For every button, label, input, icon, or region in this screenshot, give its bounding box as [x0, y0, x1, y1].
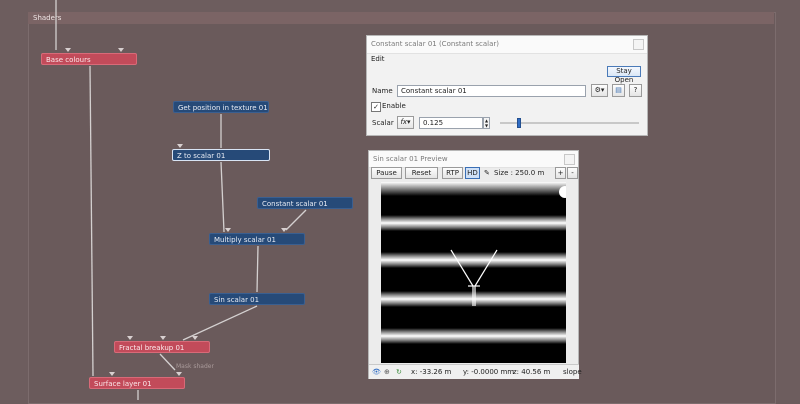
preview-status-bar: 👁 ⊕ ↻ x: -33.26 m y: -0.0000 mm z: 40.56…	[369, 364, 582, 379]
scalar-slider-thumb[interactable]	[517, 118, 522, 128]
refresh-icon[interactable]: ↻	[396, 365, 402, 379]
stay-open-button[interactable]: Stay Open	[607, 66, 641, 84]
gear-dropdown-button[interactable]: ⚙▾	[591, 84, 608, 97]
function-icon: fx▾	[400, 118, 411, 126]
close-icon[interactable]	[564, 154, 575, 165]
dialog-title-bar[interactable]: Constant scalar 01 (Constant scalar)	[367, 36, 647, 54]
wire-multiply-sin	[256, 245, 259, 293]
sun-icon	[559, 186, 566, 198]
coord-y: y: -0.0000 mm	[463, 368, 515, 376]
coord-x: x: -33.26 m	[411, 368, 452, 376]
input-port-icon[interactable]	[127, 336, 133, 340]
pause-button[interactable]: Pause	[371, 167, 402, 179]
hd-toggle[interactable]: HD	[465, 167, 480, 179]
preview-title-bar[interactable]: Sin scalar 01 Preview	[369, 151, 578, 168]
help-button[interactable]: ?	[629, 84, 642, 97]
input-port-icon[interactable]	[225, 228, 231, 232]
name-field[interactable]: Constant scalar 01	[397, 85, 586, 97]
node-constant-scalar[interactable]: Constant scalar 01	[257, 197, 353, 209]
scalar-value-field[interactable]: 0.125	[419, 117, 483, 129]
crosshair-icon[interactable]: ⊕	[384, 365, 390, 379]
node-get-position[interactable]: Get position in texture 01	[173, 101, 269, 113]
input-port-icon[interactable]	[192, 336, 198, 340]
node-fractal-breakup[interactable]: Fractal breakup 01	[114, 341, 210, 353]
wire-const-multiply	[285, 209, 307, 231]
node-list-button[interactable]: ▤	[612, 84, 625, 97]
scalar-label: Scalar	[372, 119, 394, 127]
name-label: Name	[372, 87, 393, 95]
coord-z: z: 40.56 m	[513, 368, 551, 376]
gear-icon: ⚙▾	[594, 86, 605, 94]
reset-button[interactable]: Reset	[405, 167, 438, 179]
down-arrow-icon: ▼	[484, 123, 489, 128]
close-icon[interactable]	[633, 39, 644, 50]
node-surface-layer[interactable]: Surface layer 01	[89, 377, 185, 389]
input-port-icon[interactable]	[160, 336, 166, 340]
node-z-to-scalar[interactable]: Z to scalar 01	[172, 149, 270, 161]
node-base-colours[interactable]: Base colours	[41, 53, 137, 65]
dialog-title: Constant scalar 01 (Constant scalar)	[371, 40, 500, 48]
menu-edit[interactable]: Edit	[371, 55, 385, 63]
wire-z-multiply	[220, 161, 225, 233]
camera-gizmo[interactable]	[381, 182, 566, 363]
node-multiply-scalar[interactable]: Multiply scalar 01	[209, 233, 305, 245]
zoom-in-button[interactable]: +	[555, 167, 566, 179]
enable-checkbox[interactable]: ✓	[371, 102, 381, 112]
scalar-spinner[interactable]: ▲ ▼	[483, 117, 490, 129]
preview-size-label: Size : 250.0 m	[494, 169, 545, 177]
input-port-icon[interactable]	[281, 228, 287, 232]
list-icon: ▤	[615, 86, 622, 94]
brush-icon[interactable]: ✎	[484, 169, 490, 177]
help-icon: ?	[633, 86, 638, 94]
zoom-out-button[interactable]: -	[567, 167, 578, 179]
enable-label: Enable	[382, 102, 406, 110]
preview-title: Sin scalar 01 Preview	[373, 155, 448, 163]
wire-sin-fractal	[182, 305, 258, 341]
scalar-slider-track[interactable]	[500, 118, 639, 128]
input-port-icon[interactable]	[177, 144, 183, 148]
node-sin-scalar[interactable]: Sin scalar 01	[209, 293, 305, 305]
checkmark-icon: ✓	[373, 103, 379, 111]
input-port-icon[interactable]	[118, 48, 124, 52]
preview-render[interactable]	[381, 182, 566, 363]
input-port-icon[interactable]	[109, 372, 115, 376]
slope-label: slope	[563, 368, 582, 376]
function-dropdown-button[interactable]: fx▾	[397, 116, 414, 129]
wire-base-surface	[89, 65, 94, 377]
eye-icon[interactable]: 👁	[372, 365, 381, 379]
rtp-button[interactable]: RTP	[442, 167, 463, 179]
ghost-mask-label: Mask shader	[176, 363, 214, 370]
input-port-icon[interactable]	[65, 48, 71, 52]
input-port-icon[interactable]	[176, 372, 182, 376]
wire-fractal-surface	[159, 353, 176, 371]
